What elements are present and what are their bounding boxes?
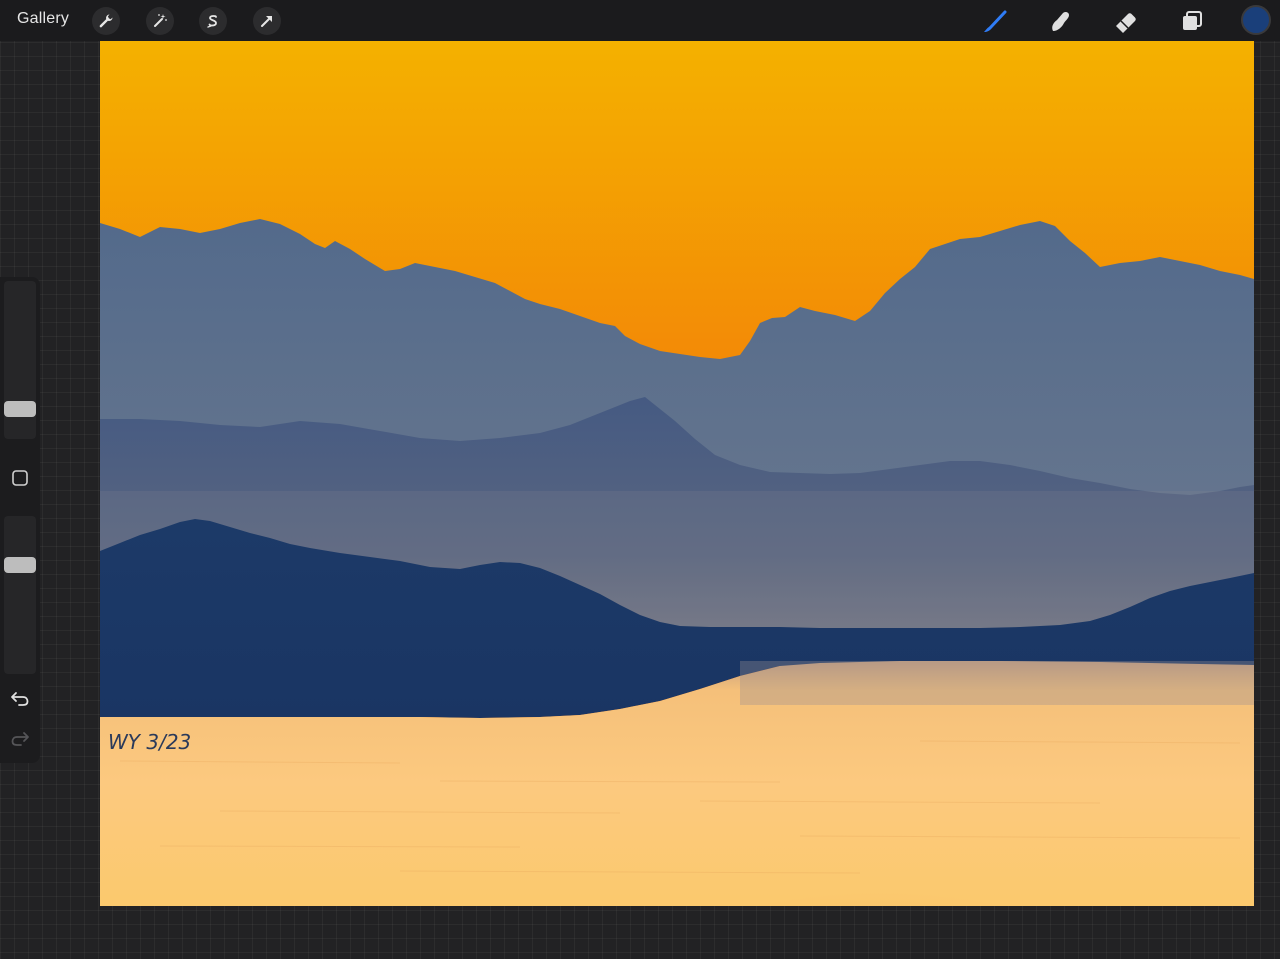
wrench-icon: [92, 7, 120, 35]
brush-size-slider[interactable]: [4, 281, 36, 439]
smudge-finger-icon: [1052, 11, 1069, 31]
opacity-thumb[interactable]: [4, 557, 36, 573]
redo-button[interactable]: [9, 727, 31, 749]
magic-wand-icon: [146, 7, 174, 35]
smudge-tool-button[interactable]: [1044, 5, 1076, 37]
color-picker-button[interactable]: [1241, 5, 1271, 35]
water-reflection: [740, 661, 1254, 705]
selection-button[interactable]: [197, 5, 229, 37]
modify-button[interactable]: [11, 469, 29, 487]
eraser-tool-button[interactable]: [1110, 5, 1142, 37]
undo-arrow-icon: [11, 692, 29, 706]
arrow-cursor-icon: [253, 7, 281, 35]
left-sidebar: [0, 277, 40, 763]
adjustments-button[interactable]: [144, 5, 176, 37]
brush-tool-button[interactable]: [979, 5, 1011, 37]
layers-button[interactable]: [1176, 5, 1208, 37]
eraser-icon: [1116, 13, 1136, 33]
undo-button[interactable]: [9, 687, 31, 709]
actions-button[interactable]: [90, 5, 122, 37]
drawing-canvas[interactable]: WY 3/23: [100, 41, 1254, 906]
landscape-painting: WY 3/23: [100, 41, 1254, 906]
brush-size-thumb[interactable]: [4, 401, 36, 417]
square-icon: [12, 470, 28, 486]
brush-icon: [984, 10, 1007, 32]
opacity-slider[interactable]: [4, 516, 36, 674]
gallery-button[interactable]: Gallery: [17, 10, 69, 28]
transform-button[interactable]: [251, 5, 283, 37]
layers-icon: [1183, 11, 1202, 30]
redo-arrow-icon: [11, 732, 29, 746]
selection-s-icon: [199, 7, 227, 35]
top-toolbar: Gallery: [0, 0, 1280, 41]
artist-signature: WY 3/23: [108, 730, 191, 754]
